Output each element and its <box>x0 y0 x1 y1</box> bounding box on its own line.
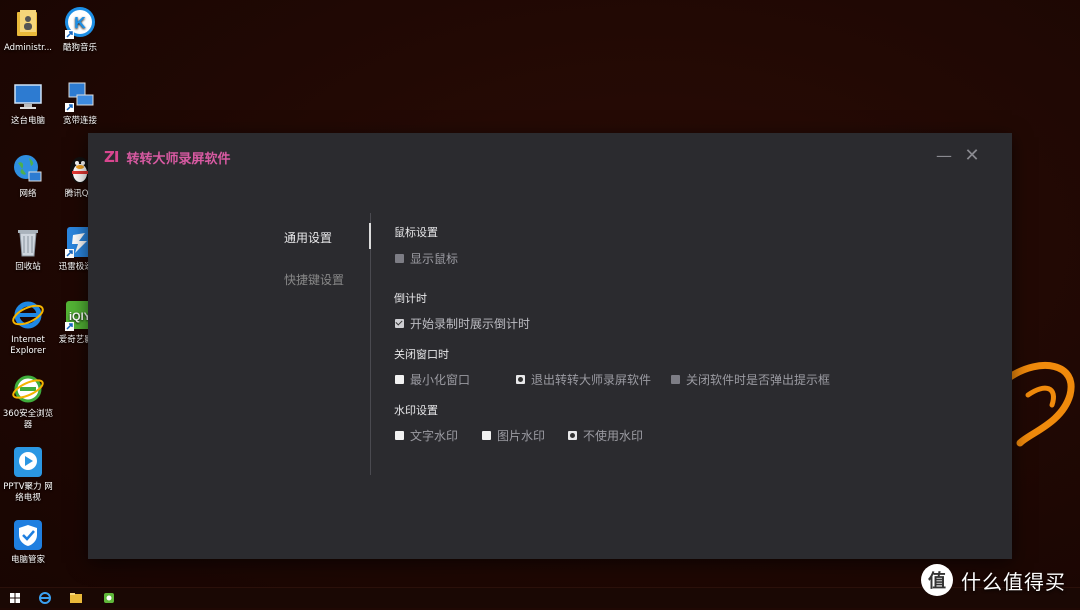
desktop-icon-label: 回收站 <box>15 262 41 272</box>
close-button[interactable]: ✕ <box>962 146 982 166</box>
option-label: 文字水印 <box>410 429 459 443</box>
checkbox[interactable] <box>395 375 404 384</box>
checkbox[interactable] <box>671 375 680 384</box>
radio-selected[interactable] <box>568 431 577 440</box>
start-button[interactable] <box>6 590 24 606</box>
desktop-icon-label: 网络 <box>19 189 37 199</box>
desktop-icon-ie[interactable]: Internet Explorer <box>0 298 56 357</box>
desktop-icon-label: 这台电脑 <box>10 116 45 126</box>
desktop-icon-360-browser[interactable]: 360安全浏览器 <box>0 372 56 431</box>
desktop-icon-label: Internet Explorer <box>10 335 46 356</box>
section-title-countdown: 倒计时 <box>394 292 427 305</box>
app-logo: ZI 转转大师录屏软件 <box>104 148 231 167</box>
kugou-music-icon: K <box>63 6 97 40</box>
option-show-close-prompt[interactable]: 关闭软件时是否弹出提示框 <box>671 371 830 388</box>
option-minimize-window[interactable]: 最小化窗口 <box>395 371 470 388</box>
desktop-icon-pc-manager[interactable]: 电脑管家 <box>0 518 56 566</box>
checkbox[interactable] <box>395 431 404 440</box>
option-no-watermark[interactable]: 不使用水印 <box>568 427 643 444</box>
site-watermark: 值 什么值得买 <box>921 564 1066 596</box>
option-show-countdown[interactable]: 开始录制时展示倒计时 <box>395 315 530 332</box>
ie-icon <box>39 592 51 604</box>
desktop-icon-broadband[interactable]: 宽带连接 <box>52 79 108 127</box>
minimize-button[interactable]: — <box>934 146 954 166</box>
desktop-icon-label: 酷狗音乐 <box>62 43 97 53</box>
app-icon <box>104 593 114 603</box>
option-label: 退出转转大师录屏软件 <box>531 373 652 387</box>
radio-selected[interactable] <box>516 375 525 384</box>
desktop-icon-administrator[interactable]: Administr... <box>0 6 56 54</box>
broadband-icon <box>63 79 97 113</box>
nav-item-hotkey-settings[interactable]: 快捷键设置 <box>284 271 344 288</box>
checkbox-checked[interactable] <box>395 319 404 328</box>
desktop-icon-label: 宽带连接 <box>62 116 97 126</box>
option-label: 最小化窗口 <box>410 373 471 387</box>
svg-text:K: K <box>74 15 86 32</box>
section-title-close-window: 关闭窗口时 <box>394 348 449 361</box>
desktop-icon-label: Administr... <box>3 43 53 53</box>
desktop-icon-label: 360安全浏览器 <box>2 409 54 430</box>
desktop-icon-this-pc[interactable]: 这台电脑 <box>0 79 56 127</box>
section-title-watermark: 水印设置 <box>394 404 438 417</box>
app-logo-mark: ZI <box>104 148 120 166</box>
pptv-icon <box>11 445 45 479</box>
nav-active-indicator <box>369 223 371 249</box>
recycle-bin-icon <box>11 225 45 259</box>
ie-icon <box>11 298 45 332</box>
option-label: 不使用水印 <box>583 429 644 443</box>
option-image-watermark[interactable]: 图片水印 <box>482 427 545 444</box>
taskbar-explorer-button[interactable] <box>67 590 85 606</box>
watermark-logo: 值 <box>921 564 953 596</box>
shield-icon <box>11 518 45 552</box>
title-bar[interactable]: ZI 转转大师录屏软件 — ✕ <box>88 133 1012 181</box>
option-label: 显示鼠标 <box>410 252 459 266</box>
desktop-icon-recycle-bin[interactable]: 回收站 <box>0 225 56 273</box>
option-show-mouse[interactable]: 显示鼠标 <box>395 250 458 267</box>
option-label: 开始录制时展示倒计时 <box>410 317 531 331</box>
checkbox[interactable] <box>395 254 404 263</box>
folder-icon <box>70 593 82 603</box>
folder-icon <box>11 6 45 40</box>
wallpaper-swirl <box>1006 361 1075 447</box>
taskbar <box>0 587 1080 608</box>
computer-icon <box>11 79 45 113</box>
option-label: 关闭软件时是否弹出提示框 <box>686 373 831 387</box>
section-title-mouse: 鼠标设置 <box>394 226 438 239</box>
app-window: ZI 转转大师录屏软件 — ✕ 通用设置 快捷键设置 鼠标设置 显示鼠标 倒计时… <box>88 133 1012 559</box>
360-browser-icon <box>11 372 45 406</box>
option-label: 图片水印 <box>497 429 546 443</box>
desktop-icon-network[interactable]: 网络 <box>0 152 56 200</box>
nav-item-general-settings[interactable]: 通用设置 <box>284 229 332 246</box>
checkbox[interactable] <box>482 431 491 440</box>
desktop-icon-label: 电脑管家 <box>10 555 45 565</box>
taskbar-ie-button[interactable] <box>36 590 54 606</box>
desktop-icon-kugou[interactable]: K 酷狗音乐 <box>52 6 108 54</box>
desktop-icon-pptv[interactable]: PPTV聚力 网络电视 <box>0 445 56 504</box>
nav-divider <box>370 213 371 475</box>
app-title: 转转大师录屏软件 <box>126 151 231 167</box>
option-exit-app[interactable]: 退出转转大师录屏软件 <box>516 371 651 388</box>
watermark-text: 什么值得买 <box>961 569 1066 594</box>
option-text-watermark[interactable]: 文字水印 <box>395 427 458 444</box>
desktop-icon-label: PPTV聚力 网络电视 <box>3 482 53 503</box>
windows-logo-icon <box>10 593 20 603</box>
network-globe-icon <box>11 152 45 186</box>
taskbar-app-button[interactable] <box>100 590 118 606</box>
